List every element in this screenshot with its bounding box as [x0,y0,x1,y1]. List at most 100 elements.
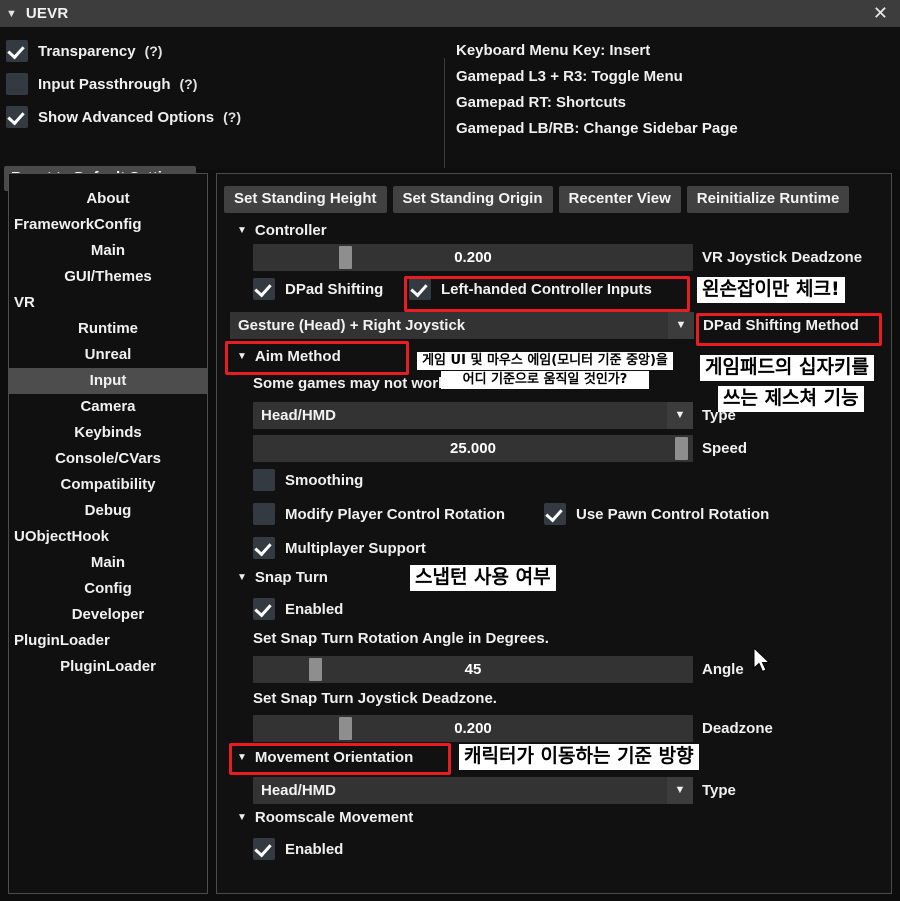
roomscale-enabled-row[interactable]: Enabled [253,838,343,860]
sidebar-item-pluginloader[interactable]: PluginLoader [9,654,207,680]
dpad-shifting-row[interactable]: DPad Shifting [253,278,383,300]
sidebar-item-debug[interactable]: Debug [9,498,207,524]
left-handed-row[interactable]: Left-handed Controller Inputs [409,278,652,300]
sidebar-item-gui-themes[interactable]: GUI/Themes [9,264,207,290]
aim-method-section-header[interactable]: ▼Aim Method [237,348,341,365]
modify-player-control-rotation-row[interactable]: Modify Player Control Rotation [253,503,505,525]
snap-angle-slider[interactable]: 45 [253,656,693,683]
chevron-down-icon[interactable]: ▼ [667,402,693,429]
sidebar-item-input[interactable]: Input [9,368,207,394]
input-passthrough-checkbox[interactable] [6,73,28,95]
controller-section-header[interactable]: ▼Controller [237,222,327,239]
action-toolbar: Set Standing Height Set Standing Origin … [224,186,849,213]
transparency-checkbox[interactable] [6,40,28,62]
note-movement-orientation: 캐릭터가 이동하는 기준 방향 [459,744,699,770]
chevron-down-icon[interactable]: ▼ [667,777,693,804]
aim-type-select[interactable]: Head/HMD ▼ [253,402,693,429]
triangle-down-icon: ▼ [237,812,247,823]
hint-gamepad-sidebar-page: Gamepad LB/RB: Change Sidebar Page [456,116,738,142]
sidebar-item-developer[interactable]: Developer [9,602,207,628]
dpad-shifting-checkbox[interactable] [253,278,275,300]
sidebar-item-keybinds[interactable]: Keybinds [9,420,207,446]
controller-section-label: Controller [255,222,327,239]
transparency-help-icon[interactable]: (?) [145,43,163,59]
smoothing-checkbox[interactable] [253,469,275,491]
multiplayer-support-label: Multiplayer Support [285,540,426,557]
roomscale-enabled-checkbox[interactable] [253,838,275,860]
aim-type-value: Head/HMD [261,402,336,429]
keybind-hints: Keyboard Menu Key: Insert Gamepad L3 + R… [456,38,738,142]
movement-type-value: Head/HMD [261,777,336,804]
transparency-label: Transparency [38,43,136,60]
snap-angle-description: Set Snap Turn Rotation Angle in Degrees. [253,630,549,647]
note-aim-method-line1: 게임 UI 및 마우스 에임(모니터 기준 중앙)을 [417,352,673,370]
movement-type-select[interactable]: Head/HMD ▼ [253,777,693,804]
header-area: Transparency (?) Input Passthrough (?) S… [0,27,900,169]
triangle-down-icon[interactable]: ▼ [6,9,17,20]
dpad-shifting-method-select[interactable]: Gesture (Head) + Right Joystick ▼ [230,312,694,339]
show-advanced-help-icon[interactable]: (?) [223,109,241,125]
multiplayer-support-row[interactable]: Multiplayer Support [253,537,426,559]
window-title: UEVR [26,5,68,22]
sidebar-item-about[interactable]: About [9,186,207,212]
vr-joystick-deadzone-slider[interactable]: 0.200 [253,244,693,271]
snap-deadzone-slider[interactable]: 0.200 [253,715,693,742]
aim-speed-value: 25.000 [253,435,693,462]
reinitialize-runtime-button[interactable]: Reinitialize Runtime [687,186,850,213]
smoothing-row[interactable]: Smoothing [253,469,363,491]
snap-turn-enabled-checkbox[interactable] [253,598,275,620]
sidebar-nav: About FrameworkConfig Main GUI/Themes VR… [8,173,208,894]
sidebar-item-main-uobjecthook[interactable]: Main [9,550,207,576]
sidebar-item-main-framework[interactable]: Main [9,238,207,264]
close-icon[interactable]: ✕ [869,4,892,24]
triangle-down-icon: ▼ [237,351,247,362]
note-aim-method-line2: 어디 기준으로 움직일 것인가? [441,371,649,389]
sidebar-item-camera[interactable]: Camera [9,394,207,420]
snap-angle-description-text: Set Snap Turn Rotation Angle in Degrees. [253,630,549,647]
sidebar-item-config[interactable]: Config [9,576,207,602]
triangle-down-icon: ▼ [237,572,247,583]
set-standing-origin-button[interactable]: Set Standing Origin [393,186,553,213]
vr-joystick-deadzone-row: 0.200 VR Joystick Deadzone [253,244,862,271]
dpad-shifting-method-value: Gesture (Head) + Right Joystick [238,312,465,339]
sidebar-item-runtime[interactable]: Runtime [9,316,207,342]
note-snap-turn: 스냅턴 사용 여부 [410,565,556,591]
option-transparency[interactable]: Transparency (?) [6,36,436,66]
chevron-down-icon[interactable]: ▼ [668,312,694,339]
multiplayer-support-checkbox[interactable] [253,537,275,559]
input-passthrough-help-icon[interactable]: (?) [180,76,198,92]
set-standing-height-button[interactable]: Set Standing Height [224,186,387,213]
movement-orientation-section-label: Movement Orientation [255,749,413,766]
note-dpad-line2: 쓰는 제스쳐 기능 [718,386,864,412]
roomscale-section-header[interactable]: ▼ Roomscale Movement [237,809,413,826]
sidebar-item-unreal[interactable]: Unreal [9,342,207,368]
left-handed-checkbox[interactable] [409,278,431,300]
snap-angle-value: 45 [253,656,693,683]
recenter-view-button[interactable]: Recenter View [559,186,681,213]
hint-gamepad-toggle-menu: Gamepad L3 + R3: Toggle Menu [456,64,738,90]
show-advanced-checkbox[interactable] [6,106,28,128]
sidebar-item-compatibility[interactable]: Compatibility [9,472,207,498]
roomscale-section-label: Roomscale Movement [255,809,413,826]
option-input-passthrough[interactable]: Input Passthrough (?) [6,69,436,99]
snap-turn-enabled-row[interactable]: Enabled [253,598,343,620]
option-show-advanced[interactable]: Show Advanced Options (?) [6,102,436,132]
left-handed-label: Left-handed Controller Inputs [441,281,652,298]
movement-type-row: Head/HMD ▼ Type [253,777,736,804]
movement-orientation-section-header[interactable]: ▼Movement Orientation [237,749,413,766]
header-options: Transparency (?) Input Passthrough (?) S… [6,36,436,135]
sidebar-item-console-cvars[interactable]: Console/CVars [9,446,207,472]
aim-speed-row: 25.000 Speed [253,435,747,462]
aim-speed-slider[interactable]: 25.000 [253,435,693,462]
dpad-shifting-label: DPad Shifting [285,281,383,298]
use-pawn-control-rotation-checkbox[interactable] [544,503,566,525]
snap-turn-section-header[interactable]: ▼Snap Turn [237,569,328,586]
aim-type-row: Head/HMD ▼ Type [253,402,736,429]
note-left-handed: 왼손잡이만 체크! [697,277,845,303]
movement-type-label: Type [702,782,736,799]
input-passthrough-label: Input Passthrough [38,76,171,93]
aim-speed-label: Speed [702,440,747,457]
modify-player-control-rotation-checkbox[interactable] [253,503,275,525]
snap-angle-row: 45 Angle [253,656,744,683]
use-pawn-control-rotation-row[interactable]: Use Pawn Control Rotation [544,503,769,525]
